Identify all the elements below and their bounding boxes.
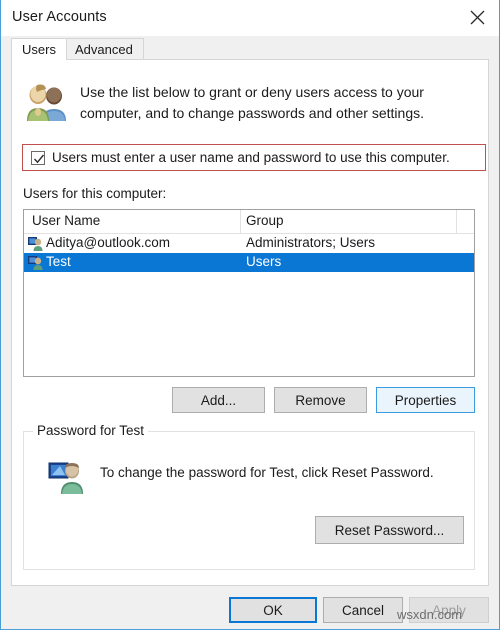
user-account-icon <box>28 236 44 252</box>
two-users-icon <box>24 82 70 122</box>
user-monitor-icon <box>48 459 84 495</box>
user-account-icon <box>28 255 44 271</box>
add-user-button-label: Add... <box>200 392 237 408</box>
table-row[interactable]: Test Users <box>24 253 474 272</box>
apply-button-label: Apply <box>432 602 466 618</box>
user-accounts-dialog: User Accounts Users Advanced Use the lis… <box>0 0 500 630</box>
password-group-title: Password for Test <box>33 423 149 438</box>
cancel-button-label: Cancel <box>341 602 385 618</box>
user-list-label: Users for this computer: <box>23 186 167 201</box>
column-divider-2[interactable] <box>456 210 457 234</box>
properties-button-label: Properties <box>394 392 457 408</box>
properties-button[interactable]: Properties <box>376 387 475 413</box>
checkmark-icon <box>33 154 45 163</box>
window-title: User Accounts <box>12 9 107 25</box>
intro-text: Use the list below to grant or deny user… <box>80 84 424 121</box>
user-group-cell: Users <box>246 254 282 269</box>
require-password-checkbox[interactable] <box>31 150 45 165</box>
table-row[interactable]: Aditya@outlook.com Administrators; Users <box>24 234 474 253</box>
password-group-box: Password for Test To change the password… <box>23 423 475 570</box>
tab-advanced[interactable]: Advanced <box>64 38 144 60</box>
user-name-cell: Aditya@outlook.com <box>46 235 171 250</box>
user-list[interactable]: User Name Group Aditya@outlook.com Admin… <box>23 209 475 377</box>
column-header-user-name[interactable]: User Name <box>32 213 100 228</box>
tab-advanced-label: Advanced <box>75 42 133 57</box>
cancel-button[interactable]: Cancel <box>323 597 403 623</box>
user-list-header: User Name Group <box>24 210 474 234</box>
add-user-button[interactable]: Add... <box>172 387 265 413</box>
remove-user-button-label: Remove <box>295 392 346 408</box>
title-bar: User Accounts <box>1 0 499 36</box>
column-divider-1[interactable] <box>240 210 241 234</box>
remove-user-button[interactable]: Remove <box>274 387 367 413</box>
reset-password-button-label: Reset Password... <box>334 522 445 538</box>
reset-password-button[interactable]: Reset Password... <box>315 516 464 544</box>
tab-strip: Users Advanced <box>11 38 489 60</box>
user-name-cell: Test <box>46 254 71 269</box>
column-header-group[interactable]: Group <box>246 213 284 228</box>
close-icon[interactable] <box>455 0 499 35</box>
tab-users[interactable]: Users <box>11 38 67 60</box>
require-password-checkbox-label: Users must enter a user name and passwor… <box>52 150 450 165</box>
user-group-cell: Administrators; Users <box>246 235 376 250</box>
users-tab-panel: Use the list below to grant or deny user… <box>11 59 489 586</box>
tab-users-label: Users <box>22 42 56 57</box>
ok-button[interactable]: OK <box>229 597 317 623</box>
ok-button-label: OK <box>263 602 283 618</box>
require-password-checkbox-row[interactable]: Users must enter a user name and passwor… <box>22 144 486 171</box>
password-instruction-text: To change the password for Test, click R… <box>100 465 434 480</box>
apply-button: Apply <box>409 597 489 623</box>
